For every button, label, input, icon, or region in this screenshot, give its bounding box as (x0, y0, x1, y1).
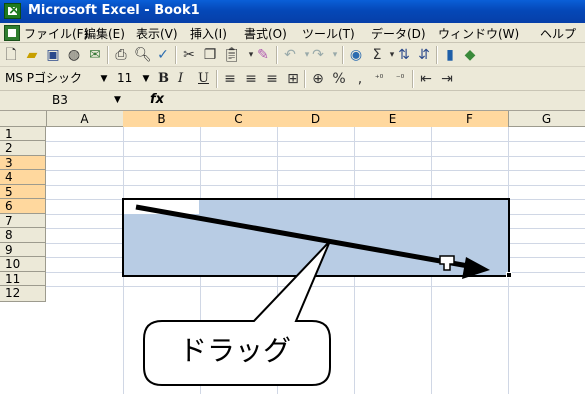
mouse-cursor-icon (439, 255, 455, 271)
callout-text: ドラッグ (178, 334, 291, 367)
drag-arrow-head (462, 257, 490, 279)
drag-arrow-line (135, 204, 475, 270)
